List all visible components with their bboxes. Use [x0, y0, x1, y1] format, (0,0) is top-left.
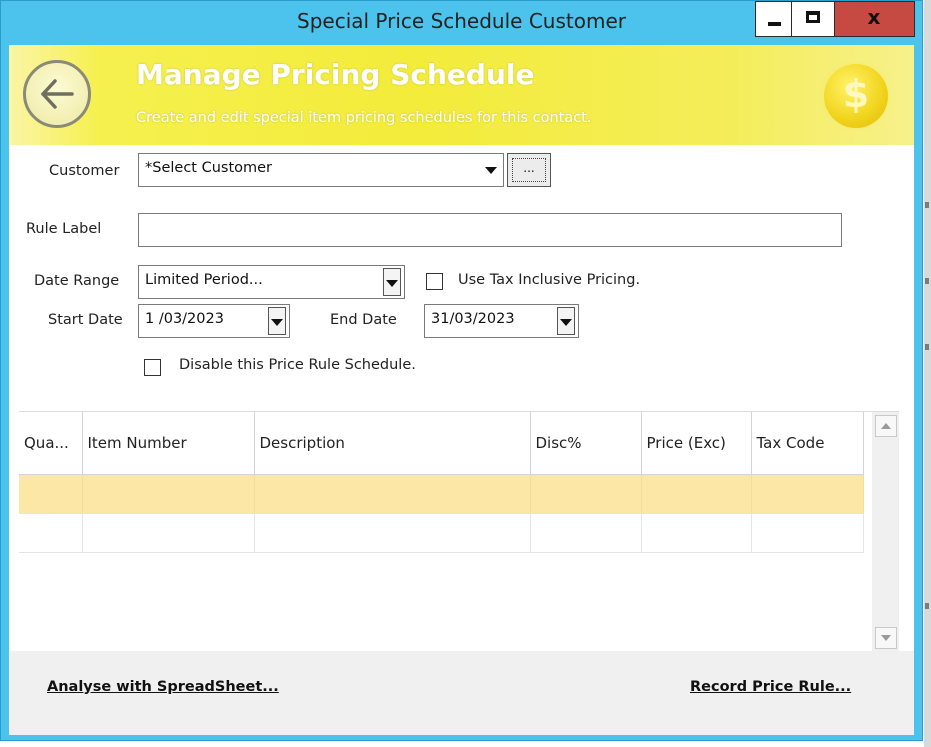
date-range-label: Date Range [34, 273, 120, 289]
edge-mark [925, 278, 929, 284]
column-header-disc-percent[interactable]: Disc% [530, 412, 642, 475]
tax-inclusive-checkbox[interactable] [426, 273, 443, 290]
table-cell[interactable] [82, 474, 255, 514]
close-icon: x [867, 5, 881, 29]
background-edge [924, 0, 931, 747]
table-row[interactable] [19, 513, 864, 553]
scroll-down-icon [881, 635, 891, 641]
customer-label: Customer [49, 163, 120, 179]
client-area: Manage Pricing Schedule Create and edit … [9, 45, 914, 735]
record-price-rule-link[interactable]: Record Price Rule... [690, 679, 851, 695]
page-subtitle: Create and edit special item pricing sch… [136, 110, 592, 126]
rule-label-label: Rule Label [26, 221, 102, 237]
edge-mark [925, 603, 929, 609]
table-cell[interactable] [19, 474, 83, 514]
column-header-tax-code[interactable]: Tax Code [751, 412, 864, 475]
column-header-item-number[interactable]: Item Number [82, 412, 255, 475]
date-range-select[interactable]: Limited Period... [138, 265, 405, 299]
price-rules-grid: Qua... Item Number Description Disc% Pri… [19, 411, 899, 652]
customer-select-value: *Select Customer [145, 160, 273, 176]
table-cell[interactable] [82, 513, 255, 553]
minimize-button[interactable] [755, 1, 792, 37]
maximize-icon [806, 11, 820, 23]
edge-mark [925, 202, 929, 208]
end-date-label: End Date [330, 312, 397, 328]
start-date-label: Start Date [48, 312, 123, 328]
chevron-down-icon [485, 167, 497, 174]
chevron-down-icon [271, 319, 283, 326]
disable-schedule-label: Disable this Price Rule Schedule. [179, 357, 416, 373]
disable-schedule-checkbox[interactable] [144, 359, 161, 376]
table-cell[interactable] [751, 474, 864, 514]
minimize-icon [768, 22, 781, 26]
tax-inclusive-label: Use Tax Inclusive Pricing. [458, 272, 641, 288]
table-cell[interactable] [751, 513, 864, 553]
end-date-value: 31/03/2023 [431, 311, 515, 327]
price-rules-table: Qua... Item Number Description Disc% Pri… [19, 412, 864, 553]
customer-select[interactable]: *Select Customer [138, 153, 504, 187]
customer-dropdown-button[interactable] [482, 156, 500, 184]
browse-customer-button[interactable]: ... [507, 153, 551, 187]
column-header-quantity[interactable]: Qua... [19, 412, 83, 475]
dollar-coin-icon: $ [824, 64, 888, 128]
title-bar[interactable]: Special Price Schedule Customer x [1, 1, 922, 45]
table-cell[interactable] [530, 474, 642, 514]
start-date-dropdown-button[interactable] [268, 307, 286, 335]
table-cell[interactable] [254, 513, 531, 553]
edge-mark [925, 344, 929, 350]
scroll-up-icon [881, 423, 891, 429]
date-range-dropdown-button[interactable] [383, 268, 401, 296]
back-button[interactable] [23, 60, 91, 128]
header-banner: Manage Pricing Schedule Create and edit … [9, 45, 914, 145]
table-cell[interactable] [19, 513, 83, 553]
table-cell[interactable] [641, 513, 752, 553]
chevron-down-icon [386, 280, 398, 287]
browse-customer-label: ... [512, 158, 546, 182]
page-title: Manage Pricing Schedule [136, 58, 535, 91]
schedule-form: Customer *Select Customer ... Rule Label… [9, 145, 914, 413]
table-cell[interactable] [641, 474, 752, 514]
scroll-up-button[interactable] [875, 415, 897, 437]
rule-label-input[interactable] [138, 213, 842, 247]
maximize-button[interactable] [792, 1, 835, 37]
end-date-dropdown-button[interactable] [557, 307, 575, 335]
column-header-price-exc[interactable]: Price (Exc) [641, 412, 752, 475]
table-cell[interactable] [254, 474, 531, 514]
app-window: Special Price Schedule Customer x Manage… [0, 0, 923, 741]
chevron-down-icon [560, 319, 572, 326]
table-row[interactable] [19, 474, 864, 514]
start-date-picker[interactable]: 1 /03/2023 [138, 304, 290, 338]
footer-bar: Analyse with SpreadSheet... Record Price… [9, 651, 914, 735]
date-range-value: Limited Period... [145, 272, 263, 288]
back-arrow-icon [41, 79, 74, 109]
vertical-scrollbar[interactable] [872, 412, 899, 652]
end-date-picker[interactable]: 31/03/2023 [424, 304, 579, 338]
coin-symbol: $ [842, 72, 870, 116]
table-cell[interactable] [530, 513, 642, 553]
analyse-spreadsheet-link[interactable]: Analyse with SpreadSheet... [47, 679, 279, 695]
close-button[interactable]: x [835, 1, 915, 37]
grid-header-row: Qua... Item Number Description Disc% Pri… [19, 412, 864, 475]
scroll-down-button[interactable] [875, 627, 897, 649]
start-date-value: 1 /03/2023 [145, 311, 224, 327]
column-header-description[interactable]: Description [254, 412, 531, 475]
